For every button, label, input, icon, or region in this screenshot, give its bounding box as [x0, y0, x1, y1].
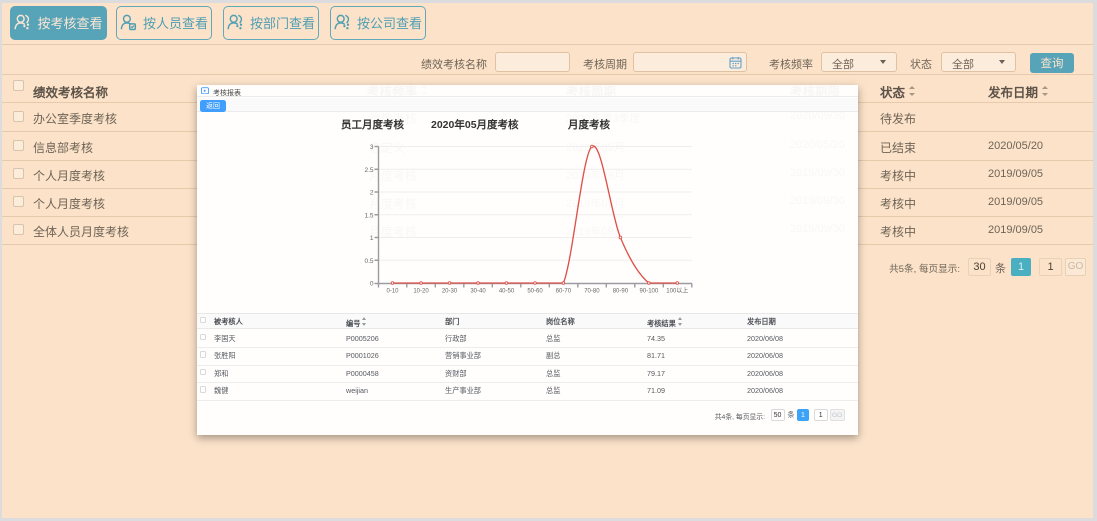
- svg-text:1: 1: [370, 235, 374, 242]
- svg-text:2.5: 2.5: [364, 167, 373, 174]
- svg-text:1.5: 1.5: [364, 212, 373, 219]
- svg-text:40-50: 40-50: [499, 289, 515, 295]
- svg-text:30-40: 30-40: [470, 289, 486, 295]
- svg-text:20-30: 20-30: [442, 289, 458, 295]
- svg-text:70-80: 70-80: [584, 289, 600, 295]
- svg-text:0.5: 0.5: [364, 258, 373, 265]
- svg-text:60-70: 60-70: [556, 289, 572, 295]
- svg-text:3: 3: [370, 144, 374, 151]
- svg-text:0: 0: [370, 281, 374, 288]
- svg-text:10-20: 10-20: [413, 289, 429, 295]
- svg-text:80-90: 80-90: [613, 289, 629, 295]
- svg-text:0-10: 0-10: [386, 289, 399, 295]
- svg-text:90-100: 90-100: [640, 289, 659, 295]
- svg-text:2: 2: [370, 190, 374, 197]
- svg-text:100以上: 100以上: [666, 287, 688, 295]
- svg-text:50-60: 50-60: [527, 289, 543, 295]
